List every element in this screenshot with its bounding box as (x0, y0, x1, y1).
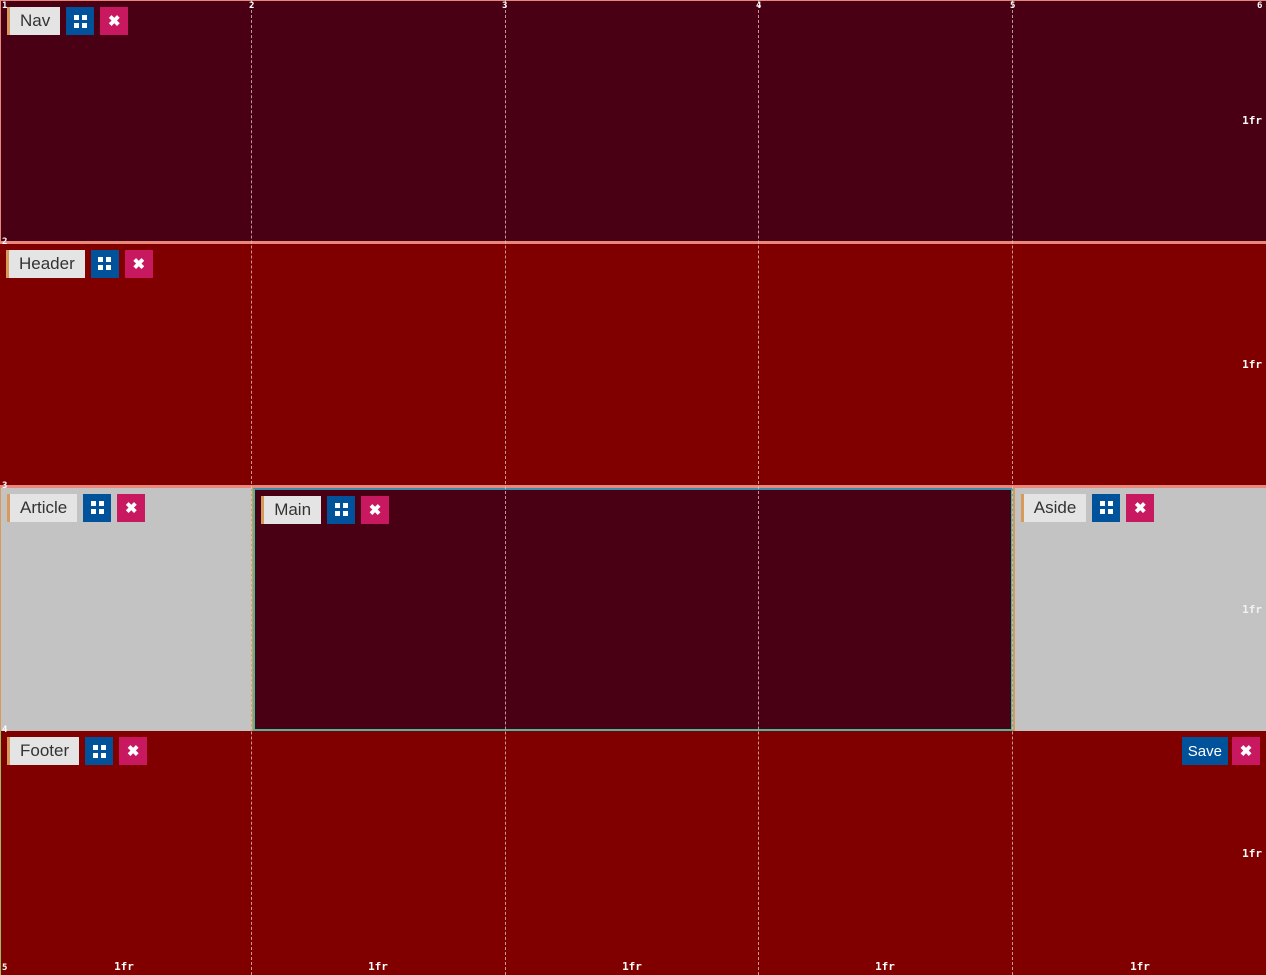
header-label[interactable]: Header (6, 249, 85, 278)
grid-icon (73, 14, 87, 28)
nav-close-button[interactable]: ✖ (100, 7, 129, 35)
footer-controls: Footer ✖ (7, 737, 148, 766)
cancel-button[interactable]: ✖ (1231, 737, 1260, 766)
main-close-button[interactable]: ✖ (361, 495, 390, 524)
nav-controls: Nav ✖ (7, 7, 129, 35)
grid-icon (334, 503, 348, 516)
footer-area[interactable]: Footer ✖ Save ✖ (0, 731, 1266, 975)
aside-grid-button[interactable] (1092, 493, 1121, 522)
header-grid-button[interactable] (90, 249, 119, 278)
nav-grid-button[interactable] (66, 7, 95, 35)
article-label[interactable]: Article (7, 493, 78, 522)
column-line-number: 4 (756, 1, 762, 11)
aside-label[interactable]: Aside (1020, 493, 1087, 522)
grid-icon (90, 501, 104, 514)
footer-label[interactable]: Footer (7, 737, 80, 766)
grid-editor: Nav ✖ Header ✖ Article ✖ Main ✖ Aside ✖ (0, 0, 1266, 975)
column-line-number: 5 (1010, 1, 1016, 11)
row-size-label: 1fr (1242, 114, 1262, 127)
main-grid-button[interactable] (327, 495, 356, 524)
aside-close-button[interactable]: ✖ (1126, 493, 1155, 522)
main-controls: Main ✖ (261, 495, 390, 524)
row-size-label: 1fr (1242, 358, 1262, 371)
column-size-label: 1fr (875, 960, 895, 973)
aside-controls: Aside ✖ (1020, 493, 1155, 522)
header-close-button[interactable]: ✖ (124, 249, 153, 278)
article-area[interactable]: Article ✖ (0, 487, 254, 732)
column-line-number: 3 (502, 1, 508, 11)
grid-icon (92, 744, 106, 758)
column-line-number: 2 (249, 1, 255, 11)
column-size-label: 1fr (114, 960, 134, 973)
footer-close-button[interactable]: ✖ (119, 737, 148, 766)
row-line-number: 2 (2, 237, 8, 247)
header-controls: Header ✖ (6, 249, 153, 278)
article-controls: Article ✖ (7, 493, 146, 522)
main-area[interactable]: Main ✖ (253, 487, 1013, 732)
row-size-label: 1fr (1242, 603, 1262, 616)
row-size-label: 1fr (1242, 847, 1262, 860)
footer-grid-button[interactable] (85, 737, 114, 766)
header-area[interactable]: Header ✖ (0, 243, 1266, 488)
article-close-button[interactable]: ✖ (117, 493, 146, 522)
grid-icon (1099, 501, 1113, 514)
column-size-label: 1fr (622, 960, 642, 973)
save-controls: Save ✖ (1181, 737, 1260, 766)
aside-area[interactable]: Aside ✖ (1012, 487, 1266, 732)
row-line-number: 3 (2, 481, 8, 491)
column-size-label: 1fr (368, 960, 388, 973)
grid-icon (98, 257, 112, 271)
nav-label[interactable]: Nav (7, 7, 61, 35)
save-button[interactable]: Save (1181, 737, 1228, 766)
row-line-number: 5 (2, 963, 8, 973)
column-line-number: 6 (1257, 1, 1263, 11)
nav-area[interactable]: Nav ✖ (0, 0, 1266, 244)
column-size-label: 1fr (1130, 960, 1150, 973)
article-grid-button[interactable] (83, 493, 112, 522)
main-label[interactable]: Main (261, 495, 322, 524)
column-line-number: 1 (2, 1, 8, 11)
row-line-number: 4 (2, 725, 8, 735)
